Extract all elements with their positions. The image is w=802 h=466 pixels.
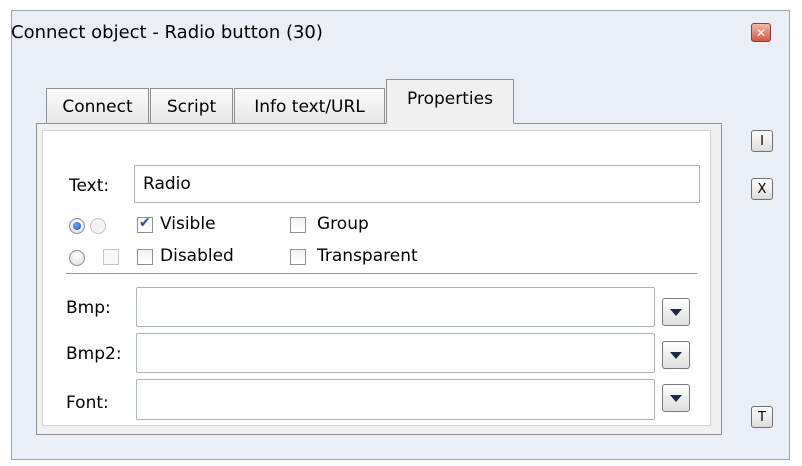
group-checkbox[interactable] [290,217,306,233]
transparent-label: Transparent [317,246,418,266]
bmp2-dropdown-button[interactable] [662,341,690,369]
visible-label: Visible [160,214,216,234]
chevron-down-icon [670,308,682,316]
text-field[interactable] [134,165,700,203]
bmp2-input[interactable] [137,334,654,372]
font-field[interactable] [136,379,655,420]
radio-checked-indicator[interactable] [69,218,85,234]
bmp2-field[interactable] [136,333,655,373]
chevron-down-icon [670,351,682,359]
bmp-field[interactable] [136,287,655,327]
side-button-i[interactable]: I [751,130,773,152]
transparent-checkbox[interactable] [290,249,306,265]
side-button-x[interactable]: X [751,178,773,200]
visible-checkbox[interactable] [137,215,153,233]
bmp-input[interactable] [137,288,654,326]
font-label: Font: [66,393,109,413]
disabled-label: Disabled [160,246,234,266]
side-button-t[interactable]: T [751,406,773,428]
text-input[interactable] [135,166,699,202]
group-label: Group [317,214,369,234]
visible-label-text: Visible [160,214,216,234]
chevron-down-icon [670,394,682,402]
font-input[interactable] [137,380,654,419]
bmp-label: Bmp: [66,298,111,318]
radio-checked-disabled-indicator [90,218,106,234]
font-dropdown-button[interactable] [662,384,690,412]
radio-unchecked-indicator[interactable] [69,250,85,266]
disabled-checkbox[interactable] [137,249,153,265]
checkbox-unchecked-disabled-indicator [103,249,119,265]
separator-line [66,273,697,274]
text-label: Text: [69,176,110,196]
bmp-dropdown-button[interactable] [662,298,690,326]
bmp2-label: Bmp2: [66,344,122,364]
